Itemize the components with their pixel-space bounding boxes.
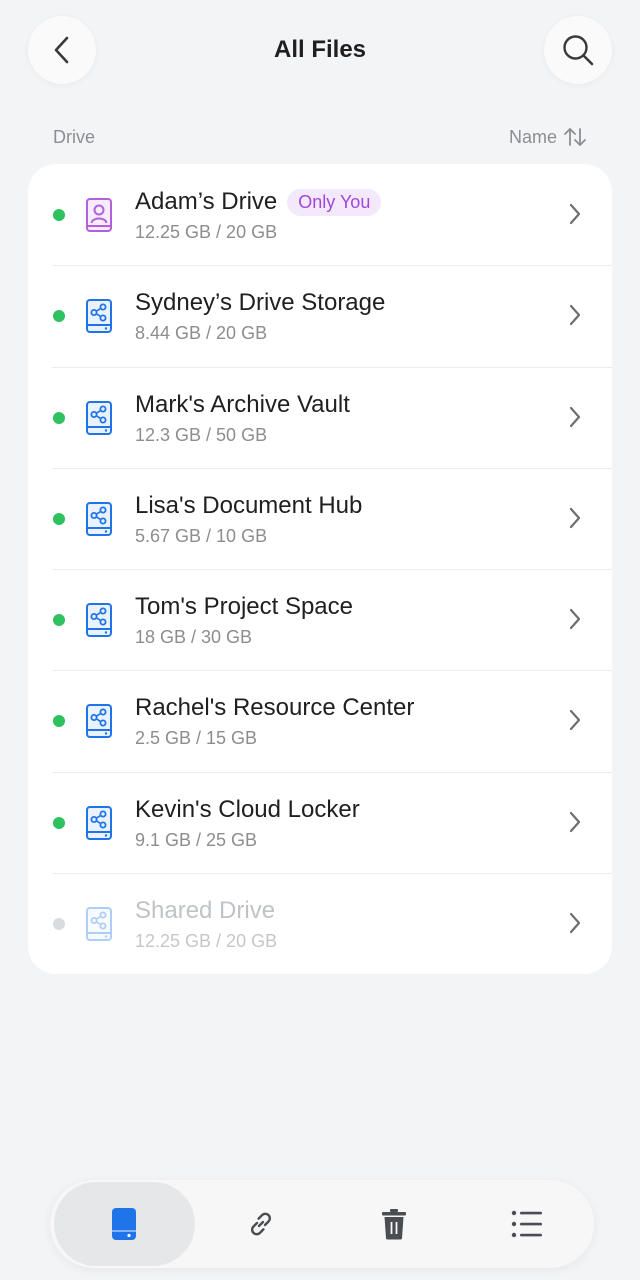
nav-trash-tab[interactable] [328,1180,461,1268]
online-status-dot [53,614,65,626]
chevron-right-icon [569,507,581,528]
drive-row-lisas-document-hub[interactable]: Lisa's Document Hub 5.67 GB / 10 GB [28,467,612,569]
drive-list: Adam’s Drive Only You 12.25 GB / 20 GB S… [28,164,612,974]
online-status-dot [53,816,65,829]
drive-row-shared-drive[interactable]: Shared Drive 12.25 GB / 20 GB [28,872,612,974]
drive-usage: 12.3 GB / 50 GB [135,424,268,445]
chevron-right-icon [569,608,581,630]
nav-links-tab[interactable] [195,1180,328,1268]
drive-column-label: Drive [53,126,96,147]
drive-usage: 8.44 GB / 20 GB [135,323,268,344]
online-status-dot [53,411,65,424]
all-files-screen: All Files Drive Name Adam’s Drive Only Y… [0,0,640,1280]
trash-icon [382,1209,407,1240]
list-header: Drive Name [53,126,587,148]
drive-usage: 12.25 GB / 20 GB [135,930,278,951]
offline-status-dot [53,917,65,930]
drive-name: Sydney’s Drive Storage [135,289,386,317]
drive-row-toms-project-space[interactable]: Tom's Project Space 18 GB / 30 GB [28,569,612,670]
chevron-right-icon [569,811,581,832]
drive-row-adams-drive[interactable]: Adam’s Drive Only You 12.25 GB / 20 GB [28,164,612,265]
only-you-badge: Only You [287,188,382,216]
drive-row-rachels-resource-center[interactable]: Rachel's Resource Center 2.5 GB / 15 GB [28,670,612,771]
drive-name: Tom's Project Space [135,593,354,620]
sort-label: Name [508,126,557,147]
chevron-right-icon [569,406,581,427]
chevron-right-icon [569,710,581,731]
link-icon [251,1212,272,1236]
search-icon [563,35,594,66]
shared-drive-icon [86,501,112,536]
drive-row-kevins-cloud-locker[interactable]: Kevin's Cloud Locker 9.1 GB / 25 GB [28,771,612,873]
online-status-dot [53,209,65,221]
drive-name: Kevin's Cloud Locker [135,795,360,823]
drive-name: Shared Drive [135,896,276,924]
shared-drive-icon [86,400,112,435]
drive-name: Rachel's Resource Center [135,694,415,722]
chevron-right-icon [569,203,581,225]
drive-usage: 12.25 GB / 20 GB [135,222,278,242]
bottom-nav-bar [50,1180,594,1268]
online-status-dot [53,512,65,525]
search-button[interactable] [544,16,612,84]
drive-row-marks-archive-vault[interactable]: Mark's Archive Vault 12.3 GB / 50 GB [28,366,612,468]
personal-drive-icon [86,198,112,232]
drive-name: Mark's Archive Vault [135,390,350,418]
online-status-dot [53,310,65,323]
shared-drive-icon [86,805,112,840]
online-status-dot [53,715,65,728]
shared-drive-icon [86,906,112,941]
drive-row-sydneys-drive-storage[interactable]: Sydney’s Drive Storage 8.44 GB / 20 GB [28,265,612,366]
sort-by-name-button[interactable]: Name [509,126,587,148]
drive-name: Lisa's Document Hub [135,491,363,519]
drive-name: Adam’s Drive [135,188,278,215]
list-icon [512,1210,543,1238]
chevron-right-icon [569,305,581,326]
shared-drive-icon [86,603,112,637]
nav-drives-tab[interactable] [54,1182,195,1266]
shared-drive-icon [86,299,112,334]
drive-usage: 2.5 GB / 15 GB [135,728,258,749]
shared-drive-icon [86,704,112,739]
drive-usage: 18 GB / 30 GB [135,627,253,647]
drive-usage: 9.1 GB / 25 GB [135,829,258,850]
drive-icon [112,1208,137,1240]
chevron-right-icon [569,912,581,933]
sort-arrows-icon [564,128,586,146]
drive-usage: 5.67 GB / 10 GB [135,525,268,546]
nav-list-tab[interactable] [461,1180,594,1268]
